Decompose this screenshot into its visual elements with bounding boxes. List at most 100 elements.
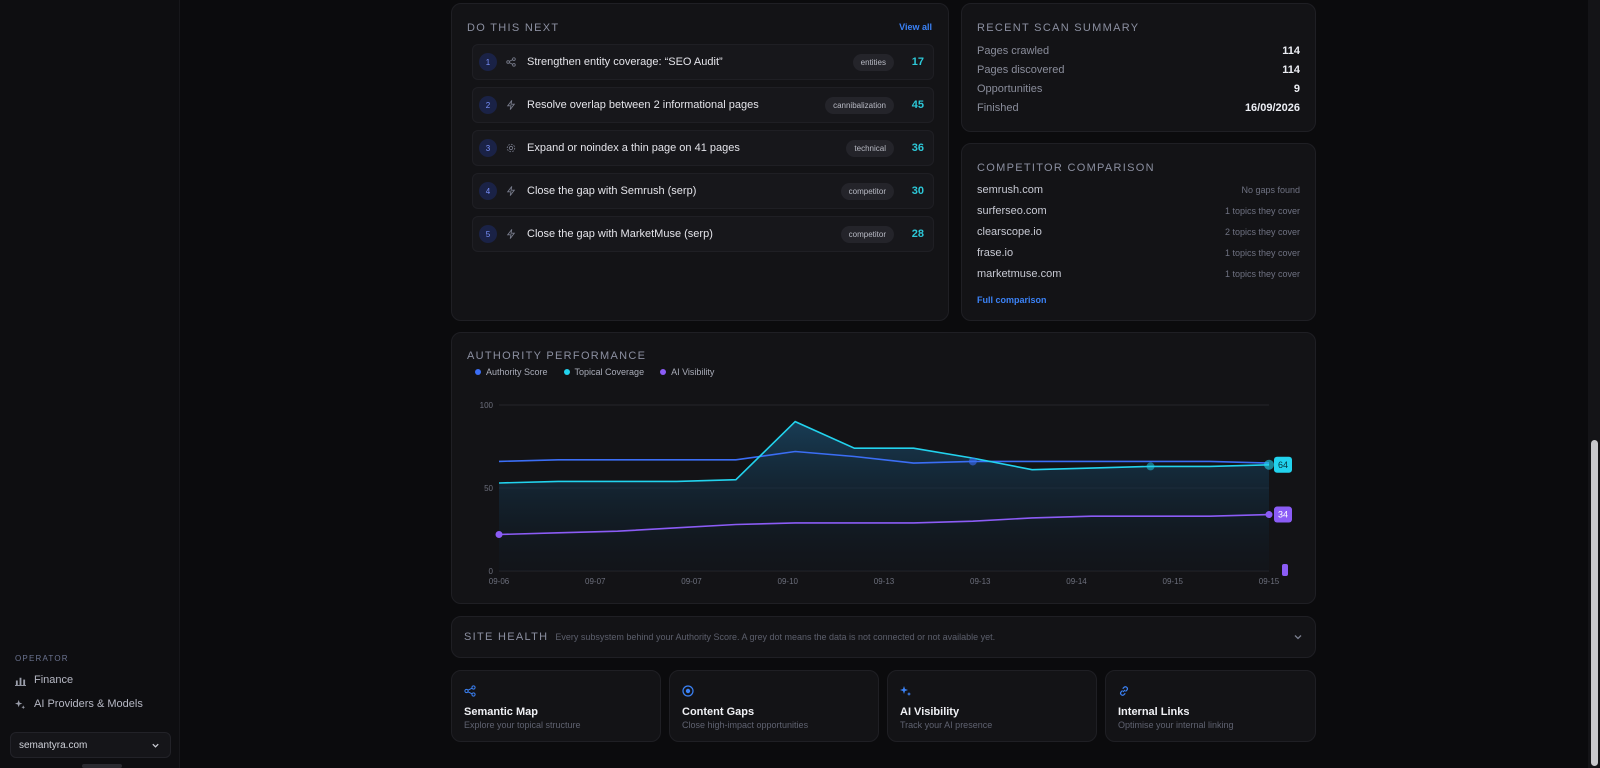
y-tick-label: 0 [489,567,494,576]
task-number: 5 [479,225,497,243]
task-text: Expand or noindex a thin page on 41 page… [527,142,740,154]
summary-row: Pages crawled 114 [977,45,1300,57]
scroll-marker [1282,564,1288,576]
scan-summary-card: RECENT SCAN SUMMARY Pages crawled 114 Pag… [961,3,1316,132]
task-tag: technical [846,139,894,157]
nav-card-title: Semantic Map [464,706,538,718]
topical-end-label: 64 [1278,460,1288,470]
x-tick-label: 09-14 [1066,577,1087,586]
domain-select[interactable]: semantyra.com [10,732,171,758]
authority-marker [968,457,977,466]
chevron-down-icon[interactable] [1293,632,1303,642]
competitor-row: marketmuse.com 1 topics they cover [977,268,1300,280]
competitor-status: 1 topics they cover [1224,269,1300,279]
domain-select-value: semantyra.com [19,739,88,751]
gear-icon [506,143,517,154]
view-all-link[interactable]: View all [899,22,932,32]
task-item[interactable]: 4 Close the gap with Semrush (serp) comp… [472,173,934,209]
task-score: 45 [911,99,924,111]
share-icon [464,685,476,697]
competitor-status: 1 topics they cover [1224,248,1300,258]
task-item[interactable]: 1 Strengthen entity coverage: “SEO Audit… [472,44,934,80]
competitor-domain: marketmuse.com [977,268,1062,280]
sidebar-item-label: AI Providers & Models [34,698,143,710]
sidebar-section-label: OPERATOR [15,654,69,663]
competitor-status: No gaps found [1241,185,1300,195]
nav-card-title: Internal Links [1118,706,1190,718]
summary-label: Opportunities [977,83,1043,95]
competitor-domain: surferseo.com [977,205,1047,217]
site-health-bar[interactable]: SITE HEALTH Every subsystem behind your … [451,616,1316,658]
summary-label: Pages discovered [977,64,1065,76]
task-score: 36 [911,142,924,154]
x-tick-label: 09-13 [970,577,991,586]
x-tick-label: 09-07 [681,577,702,586]
task-text: Close the gap with MarketMuse (serp) [527,228,713,240]
task-text: Close the gap with Semrush (serp) [527,185,697,197]
scrollbar-thumb[interactable] [1591,440,1598,766]
x-tick-label: 09-10 [778,577,799,586]
task-item[interactable]: 2 Resolve overlap between 2 informationa… [472,87,934,123]
sidebar-item-finance[interactable]: Finance [15,674,73,686]
x-tick-label: 09-15 [1259,577,1280,586]
summary-row: Pages discovered 114 [977,64,1300,76]
link-icon [1120,686,1128,696]
do-next-card: DO THIS NEXT View all 1 Strengthen entit… [451,3,949,321]
semantic-map-card[interactable]: Semantic Map Explore your topical struct… [451,670,661,742]
summary-row: Opportunities 9 [977,83,1300,95]
nav-card-subtitle: Track your AI presence [900,720,993,730]
task-tag: competitor [840,225,894,243]
bolt-icon [506,100,517,111]
summary-value: 114 [1282,64,1300,76]
nav-card-subtitle: Optimise your internal linking [1118,720,1234,730]
ai-end-marker [1265,511,1273,519]
sidebar-bottom-handle [82,764,122,768]
competitor-domain: frase.io [977,247,1014,259]
ai-visibility-card[interactable]: AI Visibility Track your AI presence [887,670,1097,742]
do-next-title: DO THIS NEXT [467,22,560,34]
target-icon [682,685,694,697]
task-tag: competitor [840,182,894,200]
competitor-row: surferseo.com 1 topics they cover [977,205,1300,217]
competitor-title: COMPETITOR COMPARISON [977,162,1155,174]
task-tag: entities [852,53,894,71]
task-item[interactable]: 5 Close the gap with MarketMuse (serp) c… [472,216,934,252]
competitor-domain: semrush.com [977,184,1044,196]
authority-chart: 100 50 009-06 09-07 09-07 09-10 09-13 09-13 09-1… [480,401,1292,586]
ai-start-marker [495,530,503,538]
summary-label: Pages crawled [977,45,1050,57]
x-tick-label: 09-07 [585,577,606,586]
task-text: Strengthen entity coverage: “SEO Audit” [527,56,723,68]
share-icon [506,57,517,68]
y-tick-label: 50 [484,484,493,493]
sparkle-icon [900,686,911,696]
full-comparison-link[interactable]: Full comparison [977,295,1047,305]
x-tick-label: 09-06 [489,577,510,586]
competitor-status: 2 topics they cover [1224,227,1300,237]
nav-card-title: Content Gaps [682,706,755,718]
topical-area [499,421,1269,571]
summary-value: 16/09/2026 [1244,102,1300,114]
competitor-row: frase.io 1 topics they cover [977,247,1300,259]
summary-row: Finished 16/09/2026 [977,102,1300,114]
summary-value: 9 [1293,83,1300,95]
ai-end-label: 34 [1278,510,1288,520]
y-tick-label: 100 [480,401,494,410]
task-number: 2 [479,96,497,114]
bolt-icon [506,229,517,240]
sparkle-icon [15,699,26,709]
sidebar-item-ai-providers[interactable]: AI Providers & Models [15,698,143,710]
sidebar-item-label: Finance [34,674,74,686]
task-number: 4 [479,182,497,200]
nav-card-title: AI Visibility [900,706,960,718]
content-gaps-card[interactable]: Content Gaps Close high-impact opportuni… [669,670,879,742]
task-item[interactable]: 3 Expand or noindex a thin page on 41 pa… [472,130,934,166]
task-score: 28 [911,228,924,240]
nav-card-subtitle: Close high-impact opportunities [682,720,809,730]
internal-links-card[interactable]: Internal Links Optimise your internal li… [1105,670,1316,742]
task-score: 30 [911,185,924,197]
summary-value: 114 [1282,45,1300,57]
task-text: Resolve overlap between 2 informational … [527,99,759,111]
competitor-row: clearscope.io 2 topics they cover [977,226,1300,238]
site-health-title: SITE HEALTH [464,631,549,643]
